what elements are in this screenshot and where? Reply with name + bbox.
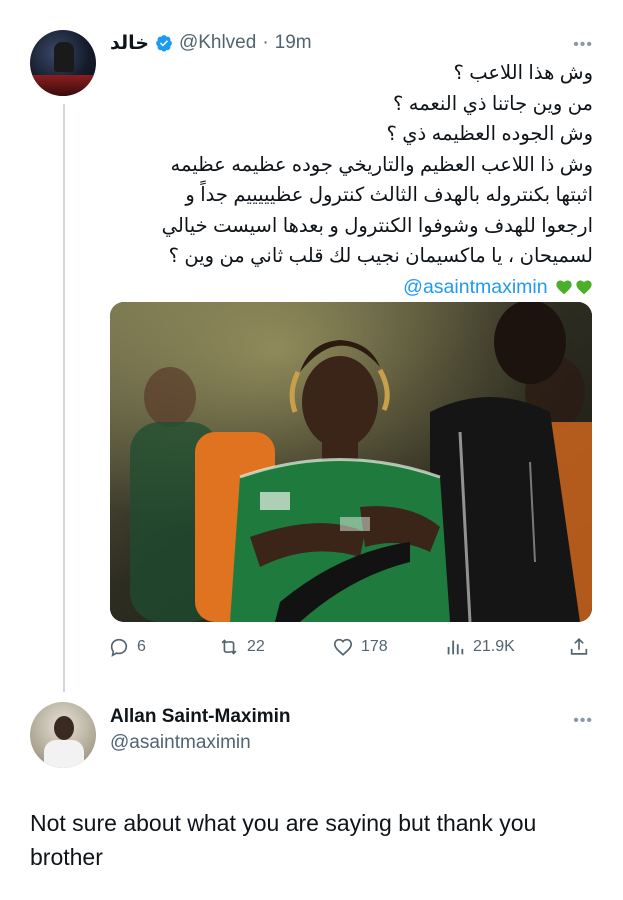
share-icon bbox=[570, 638, 588, 655]
author-handle[interactable]: @Khlved bbox=[179, 32, 256, 54]
reply-button[interactable]: 6 bbox=[108, 636, 146, 658]
author-name[interactable]: خالد bbox=[110, 32, 149, 55]
tweet-timestamp[interactable]: 19m bbox=[275, 32, 312, 54]
tweet-header: خالد @Khlved · 19m bbox=[110, 30, 312, 56]
thread-connector-line bbox=[63, 104, 65, 692]
tweet-text-line: وش الجوده العظيمه ذي ؟ bbox=[386, 123, 593, 145]
reply-more-options-icon[interactable]: ••• bbox=[573, 712, 593, 730]
separator-dot: · bbox=[262, 32, 269, 53]
reply-count: 6 bbox=[137, 638, 146, 655]
view-count: 21.9K bbox=[473, 638, 515, 655]
reply-text: Not sure about what you are saying but t… bbox=[30, 810, 537, 870]
more-options-icon[interactable]: ••• bbox=[573, 36, 593, 54]
tweet-text-line: وش هذا اللاعب ؟ bbox=[453, 62, 593, 84]
mention-line: @asaintmaximin bbox=[110, 272, 593, 303]
tweet-text-line: اثبتها بكنتروله بالهدف الثالث كنترول عظي… bbox=[185, 184, 593, 206]
reply-author-handle[interactable]: @asaintmaximin bbox=[110, 732, 291, 754]
tweet-text-line: من وين جاتنا ذي النعمه ؟ bbox=[393, 92, 593, 115]
heart-icon bbox=[333, 638, 353, 656]
reply-icon bbox=[110, 638, 128, 657]
tweet-text-line: وش ذا اللاعب العظيم والتاريخي جوده عظيمه… bbox=[170, 153, 593, 176]
share-button[interactable] bbox=[568, 636, 590, 658]
reply-header: Allan Saint-Maximin @asaintmaximin bbox=[110, 706, 291, 754]
reply-author-name[interactable]: Allan Saint-Maximin bbox=[110, 706, 291, 732]
green-heart-icon bbox=[556, 279, 572, 294]
tweet-text: وش هذا اللاعب ؟ من وين جاتنا ذي النعمه ؟… bbox=[110, 58, 593, 302]
green-heart-icon bbox=[576, 279, 592, 294]
reply-author-avatar[interactable] bbox=[30, 702, 96, 768]
tweet-text-line: لسميحان ، يا ماكسيمان نجيب لك قلب ثاني م… bbox=[168, 245, 593, 267]
tweet-media-photo[interactable] bbox=[110, 302, 592, 622]
tweet-text-line: ارجعوا للهدف وشوفوا الكنترول و بعدها اسي… bbox=[161, 214, 593, 237]
retweet-button[interactable]: 22 bbox=[218, 636, 265, 658]
photo-football-player-icon bbox=[110, 302, 592, 622]
retweet-icon bbox=[221, 639, 237, 655]
mention-link[interactable]: @asaintmaximin bbox=[403, 276, 547, 298]
author-avatar[interactable] bbox=[30, 30, 96, 96]
tweet-action-bar: 6 22 178 21.9K bbox=[108, 636, 594, 662]
like-count: 178 bbox=[361, 638, 388, 655]
views-button[interactable]: 21.9K bbox=[444, 636, 515, 658]
verified-badge-icon bbox=[156, 35, 172, 52]
like-button[interactable]: 178 bbox=[332, 636, 388, 658]
views-chart-icon bbox=[447, 640, 464, 655]
retweet-count: 22 bbox=[247, 638, 265, 655]
